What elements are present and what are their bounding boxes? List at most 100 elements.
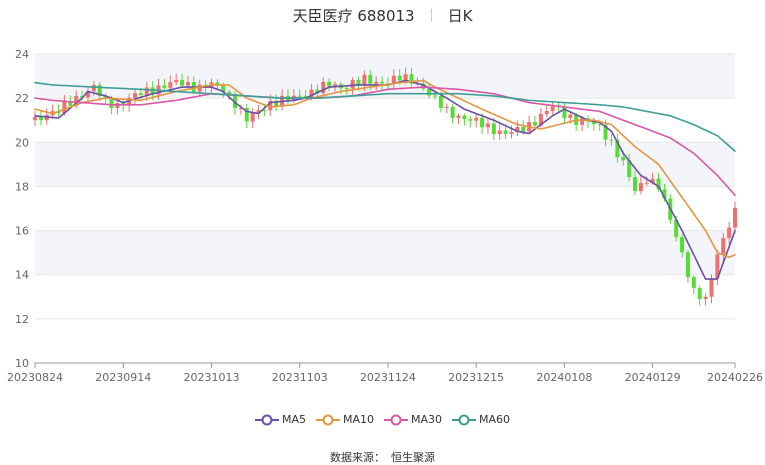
candle-body xyxy=(474,117,479,121)
x-tick-label: 20240129 xyxy=(625,371,681,384)
x-tick-label: 20230914 xyxy=(95,371,151,384)
y-tick-label: 20 xyxy=(15,136,29,149)
candle-body xyxy=(444,106,449,109)
y-tick-label: 14 xyxy=(15,269,29,282)
candle-body xyxy=(503,130,508,134)
candle-body xyxy=(456,115,461,118)
candle-body xyxy=(403,74,408,81)
x-tick-label: 20240226 xyxy=(707,371,763,384)
legend-item-ma30[interactable]: MA30 xyxy=(384,413,442,426)
legend-marker-circle xyxy=(390,414,402,426)
legend-label: MA10 xyxy=(342,413,374,426)
candle-body xyxy=(144,87,149,95)
legend-label: MA5 xyxy=(281,413,306,426)
y-tick-label: 12 xyxy=(15,313,29,326)
candle-body xyxy=(509,131,514,134)
candle-body xyxy=(350,79,355,89)
candle-body xyxy=(580,118,585,125)
candle-body xyxy=(497,130,502,135)
candle-body xyxy=(480,117,485,128)
candle-body xyxy=(709,278,714,297)
candle-body xyxy=(174,79,179,83)
y-tick-label: 16 xyxy=(15,225,29,238)
candle-body xyxy=(568,114,573,119)
candle-body xyxy=(544,110,549,114)
legend-marker-icon xyxy=(384,414,408,426)
candle-body xyxy=(721,238,726,255)
candle-body xyxy=(450,106,455,118)
candle-body xyxy=(168,82,173,88)
x-tick-label: 20231215 xyxy=(448,371,504,384)
y-tick-label: 24 xyxy=(15,48,29,61)
candle-body xyxy=(733,207,737,228)
source-label: 数据来源： xyxy=(330,451,385,464)
data-source: 数据来源： 恒生聚源 xyxy=(0,449,765,465)
legend-marker-circle xyxy=(322,414,334,426)
legend: MA5 MA10 MA30 MA60 xyxy=(0,413,765,426)
candle-body xyxy=(468,119,473,121)
candle-body xyxy=(621,157,626,161)
y-tick-label: 22 xyxy=(15,92,29,105)
candle-body xyxy=(433,95,437,97)
candle-body xyxy=(521,126,526,132)
legend-item-ma5[interactable]: MA5 xyxy=(254,413,306,426)
candle-body xyxy=(162,85,167,88)
x-tick-label: 20240108 xyxy=(536,371,592,384)
candle-body xyxy=(633,177,637,192)
candle-body xyxy=(380,81,385,84)
candle-body xyxy=(397,75,402,81)
candle-body xyxy=(680,237,685,253)
candle-body xyxy=(703,296,708,299)
candle-body xyxy=(550,106,555,111)
candle-body xyxy=(374,81,379,84)
shaded-band xyxy=(35,54,735,99)
candle-body xyxy=(180,79,185,86)
candle-body xyxy=(644,182,649,184)
candle-body xyxy=(533,122,537,126)
candle-body xyxy=(250,113,255,122)
x-axis: 20230824 20230914 20231013 20231103 20231124… xyxy=(7,362,763,384)
candle-body xyxy=(438,95,443,109)
candle-body xyxy=(368,74,373,84)
candle-body xyxy=(638,183,643,192)
candle-body xyxy=(485,123,490,128)
y-axis-ticks: 10 12 14 16 18 20 22 24 xyxy=(15,48,29,370)
candle-body xyxy=(91,84,96,92)
legend-marker-circle xyxy=(458,414,470,426)
shaded-band xyxy=(35,230,735,275)
candle-body xyxy=(138,93,143,95)
candle-body xyxy=(227,91,232,94)
candle-body xyxy=(697,288,702,299)
x-tick-label: 20230824 xyxy=(7,371,63,384)
legend-marker-icon xyxy=(254,414,279,426)
x-tick-label: 20231013 xyxy=(183,371,239,384)
candle-body xyxy=(462,115,467,120)
candle-body xyxy=(33,117,37,121)
legend-label: MA30 xyxy=(411,413,443,426)
x-tick-label: 20231124 xyxy=(360,371,416,384)
y-tick-label: 10 xyxy=(15,357,29,370)
candle-body xyxy=(185,81,190,86)
candle-body xyxy=(609,139,614,141)
candle-body xyxy=(297,95,302,97)
candle-body xyxy=(327,81,332,87)
legend-marker-circle xyxy=(261,414,273,426)
candle-body xyxy=(491,123,496,135)
candle-body xyxy=(344,88,349,90)
legend-label: MA60 xyxy=(479,413,511,426)
x-tick-label: 20231103 xyxy=(272,371,328,384)
candlestick-chart: 10 12 14 16 18 20 22 24 20230824 20230914 2023101… xyxy=(7,48,763,384)
legend-item-ma60[interactable]: MA60 xyxy=(452,413,510,426)
candle-body xyxy=(356,79,361,85)
legend-marker-icon xyxy=(452,414,477,426)
candle-body xyxy=(38,117,43,121)
y-tick-label: 18 xyxy=(15,180,29,193)
candle-body xyxy=(691,277,696,289)
candle-body xyxy=(321,81,326,94)
source-provider: 恒生聚源 xyxy=(391,451,435,464)
candle-body xyxy=(197,84,202,92)
candle-body xyxy=(685,252,690,278)
legend-item-ma10[interactable]: MA10 xyxy=(315,413,374,426)
candle-body xyxy=(727,227,732,239)
legend-marker-icon xyxy=(315,414,340,426)
